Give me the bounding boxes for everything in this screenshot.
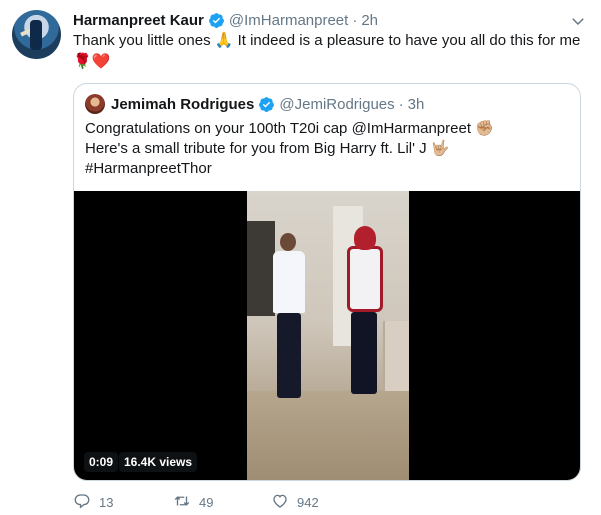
verified-badge-icon xyxy=(208,12,225,29)
video-duration: 0:09 xyxy=(84,452,119,472)
quoted-line: Here's a small tribute for you from Big … xyxy=(85,140,450,157)
tweet-text: Thank you little ones 🙏 It indeed is a p… xyxy=(73,31,588,72)
author-handle[interactable]: @ImHarmanpreet xyxy=(229,12,348,29)
retweet-button[interactable]: 49 xyxy=(173,492,271,513)
quoted-author-handle: @JemiRodrigues xyxy=(279,95,395,113)
avatar[interactable] xyxy=(12,10,61,59)
quoted-timestamp: 3h xyxy=(407,95,425,113)
video-views: 16.4K views xyxy=(119,452,198,472)
quoted-tweet[interactable]: Jemimah Rodrigues @JemiRodrigues · 3h Co… xyxy=(73,83,581,481)
like-button[interactable]: 942 xyxy=(271,492,381,513)
reply-count: 13 xyxy=(99,494,114,510)
separator: · xyxy=(398,95,404,113)
chevron-down-icon[interactable] xyxy=(569,12,587,30)
action-bar: 13 49 942 xyxy=(73,492,381,512)
video-player[interactable]: 0:09 16.4K views xyxy=(74,191,580,480)
tweet[interactable]: Harmanpreet Kaur @ImHarmanpreet · 2h Tha… xyxy=(0,0,601,515)
timestamp[interactable]: 2h xyxy=(361,12,378,29)
reply-button[interactable]: 13 xyxy=(73,492,173,513)
hashtag-link[interactable]: #HarmanpreetThor xyxy=(85,159,573,179)
quoted-avatar xyxy=(85,94,105,114)
like-count: 942 xyxy=(297,494,319,510)
like-icon xyxy=(271,492,289,513)
quoted-text: Congratulations on your 100th T20i cap @… xyxy=(85,119,573,179)
quoted-header: Jemimah Rodrigues @JemiRodrigues · 3h xyxy=(85,94,424,114)
tweet-body: Thank you little ones 🙏 It indeed is a p… xyxy=(73,32,581,49)
tweet-emojis: 🌹❤️ xyxy=(73,53,111,70)
retweet-count: 49 xyxy=(199,494,214,510)
tweet-header: Harmanpreet Kaur @ImHarmanpreet · 2h xyxy=(73,10,378,30)
retweet-icon xyxy=(173,492,191,513)
quoted-author-name: Jemimah Rodrigues xyxy=(111,95,255,113)
reply-icon xyxy=(73,492,91,513)
quoted-line: Congratulations on your 100th T20i cap @… xyxy=(85,120,494,137)
separator: · xyxy=(352,11,358,29)
author-name[interactable]: Harmanpreet Kaur xyxy=(73,12,204,29)
verified-badge-icon xyxy=(258,96,275,113)
video-frame xyxy=(247,191,409,480)
